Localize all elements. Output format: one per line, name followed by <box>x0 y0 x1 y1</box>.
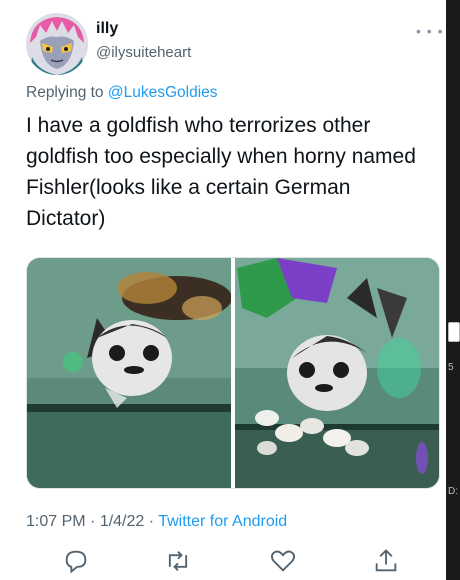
meta-separator: · <box>85 513 100 530</box>
tweet-text: I have a goldfish who terrorizes other g… <box>26 114 416 230</box>
tweet-time[interactable]: 1:07 PM <box>26 513 86 530</box>
retweet-icon[interactable] <box>164 547 192 575</box>
replying-to-line: Replying to @LukesGoldies <box>26 84 218 102</box>
screen-edge: 5 D: <box>446 0 460 580</box>
goldfish-photo-left[interactable] <box>27 258 232 488</box>
meta-separator: · <box>144 513 159 530</box>
tweet-card: illy @ilysuiteheart • • • Replying to @L… <box>0 0 446 580</box>
tweet-source[interactable]: Twitter for Android <box>158 513 287 530</box>
action-bar <box>0 545 446 580</box>
goldfish-photo-right[interactable] <box>235 258 439 488</box>
replying-to-label: Replying to <box>26 84 108 101</box>
edge-text: 5 <box>448 362 454 373</box>
tweet-meta: 1:07 PM · 1/4/22 · Twitter for Android <box>26 513 287 531</box>
mention-link[interactable]: @LukesGoldies <box>108 84 218 101</box>
like-icon[interactable] <box>269 547 297 575</box>
author-handle[interactable]: @ilysuiteheart <box>96 44 191 61</box>
reply-icon[interactable] <box>62 547 90 575</box>
edge-box <box>448 322 460 342</box>
edge-text: D: <box>448 486 458 497</box>
avatar[interactable] <box>26 13 88 75</box>
more-options-icon[interactable]: • • • <box>416 24 443 38</box>
anime-avatar-icon <box>26 13 88 75</box>
author-name[interactable]: illy <box>96 20 118 38</box>
share-icon[interactable] <box>372 547 400 575</box>
tweet-date[interactable]: 1/4/22 <box>100 513 144 530</box>
tweet-media[interactable] <box>26 257 440 489</box>
